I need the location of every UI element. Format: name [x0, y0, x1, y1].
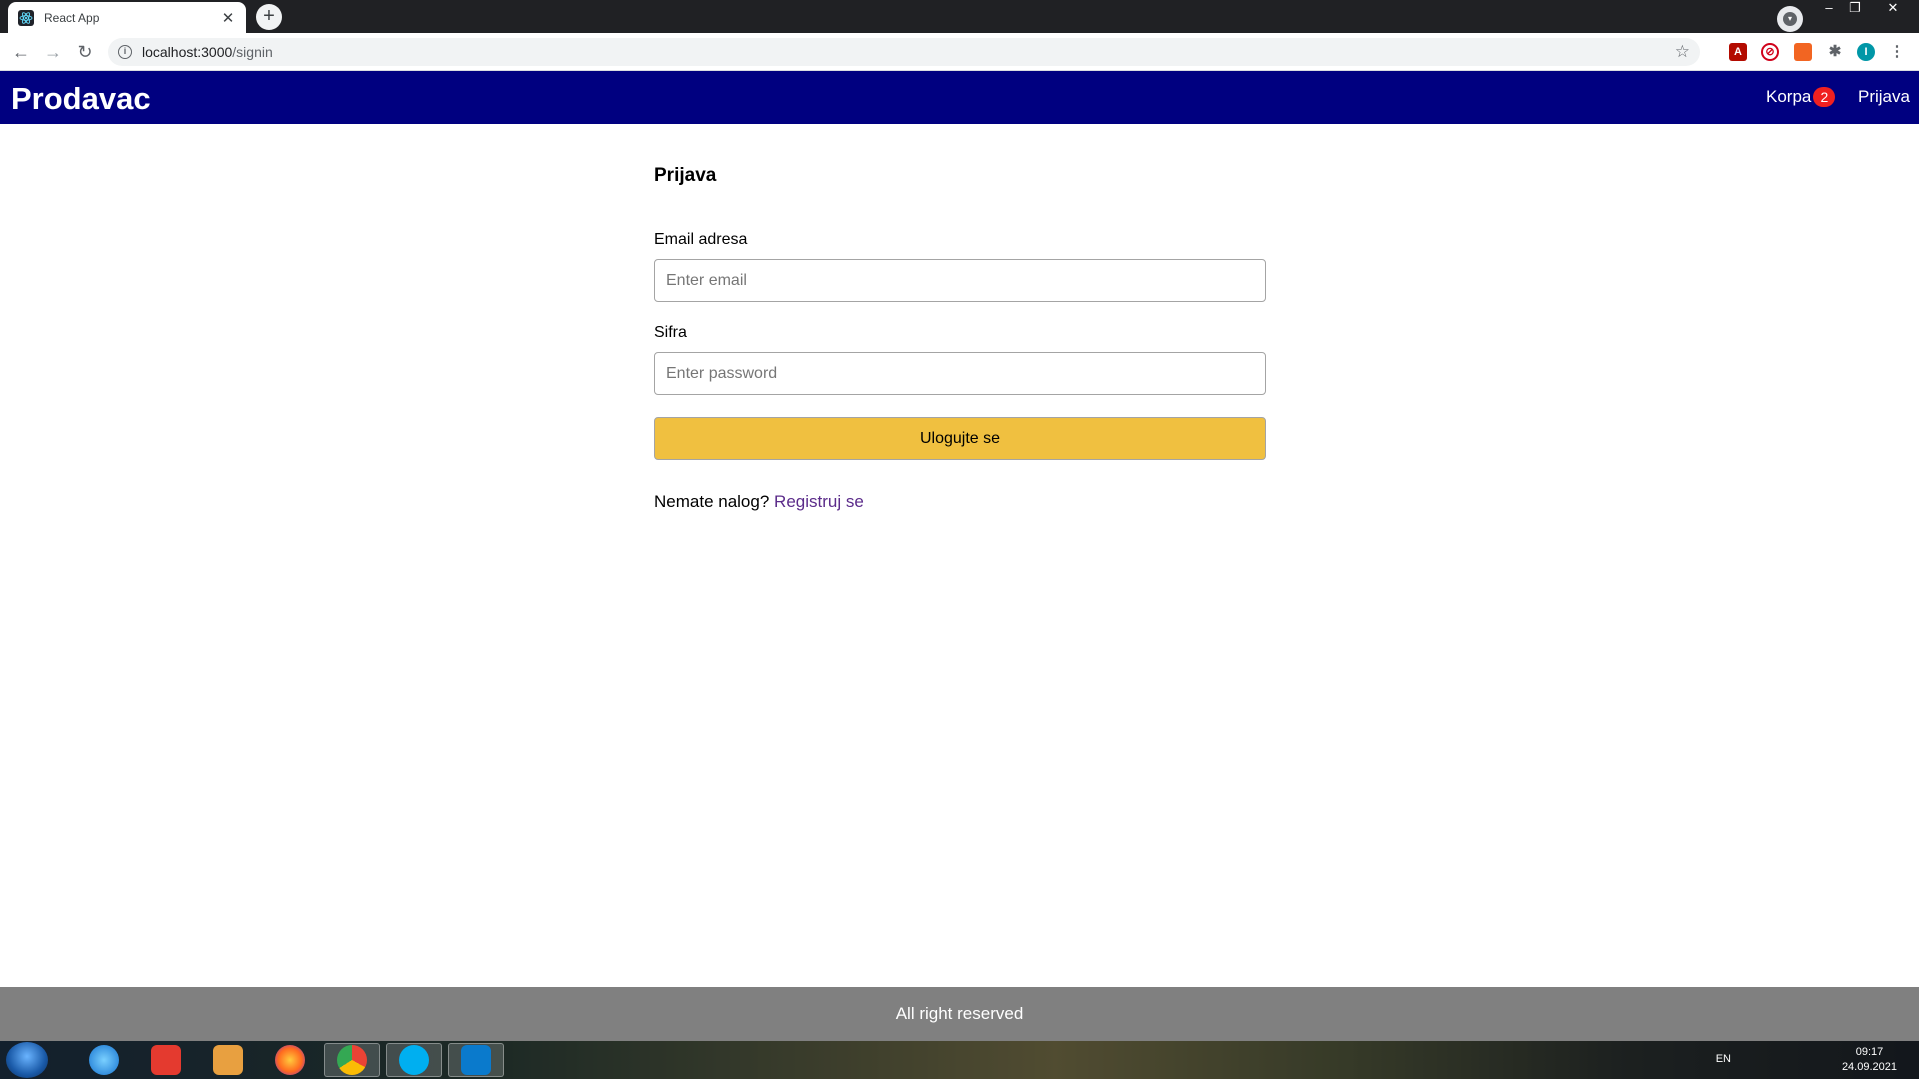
- brand-logo-link[interactable]: Prodavac: [11, 81, 151, 117]
- browser-toolbar: ← → ↻ i localhost:3000/signin ☆ A ⊘ ✱ I …: [0, 33, 1919, 71]
- vscode-icon[interactable]: [448, 1043, 504, 1077]
- email-label: Email adresa: [654, 231, 748, 248]
- reload-icon[interactable]: ↻: [73, 40, 97, 64]
- cart-label: Korpa: [1766, 87, 1812, 106]
- app-header: Prodavac Korpa 2 Prijava: [0, 71, 1919, 124]
- screen-recorder-icon[interactable]: [138, 1043, 194, 1077]
- tab-close-icon[interactable]: ✕: [220, 9, 236, 27]
- profile-avatar-icon[interactable]: I: [1857, 43, 1875, 61]
- system-tray: EN 09:17 24.09.2021: [1699, 1041, 1919, 1079]
- chevron-down-icon: ▾: [1783, 12, 1797, 26]
- clock-date: 24.09.2021: [1841, 1061, 1897, 1073]
- url-path: /signin: [232, 44, 273, 60]
- cart-count-badge: 2: [1813, 87, 1836, 107]
- tab-search-button[interactable]: ▾: [1777, 6, 1803, 32]
- signin-form: Prijava Email adresa Sifra Ulogujte se N…: [654, 165, 1266, 512]
- firefox-icon[interactable]: [262, 1043, 318, 1077]
- url-host: localhost:3000: [142, 44, 233, 60]
- signin-submit-button[interactable]: Ulogujte se: [654, 417, 1266, 460]
- browser-tab-strip: React App ✕ + ▾ – ❐ ✕: [0, 0, 1919, 33]
- email-field-group: Email adresa: [654, 231, 1266, 302]
- kebab-menu-icon[interactable]: ⋮: [1888, 43, 1906, 61]
- email-input[interactable]: [654, 259, 1266, 302]
- password-field-group: Sifra: [654, 324, 1266, 395]
- password-input[interactable]: [654, 352, 1266, 395]
- skype-icon[interactable]: [386, 1043, 442, 1077]
- windows-taskbar: EN 09:17 24.09.2021: [0, 1041, 1919, 1079]
- language-indicator[interactable]: EN: [1716, 1053, 1731, 1065]
- register-link[interactable]: Registruj se: [774, 492, 864, 511]
- restore-button[interactable]: ❐: [1838, 0, 1872, 22]
- clock[interactable]: 09:17 24.09.2021: [1842, 1045, 1897, 1075]
- chrome-icon[interactable]: [324, 1043, 380, 1077]
- new-tab-button[interactable]: +: [256, 4, 282, 30]
- cart-link[interactable]: Korpa 2: [1766, 87, 1836, 107]
- start-button-icon[interactable]: [6, 1042, 48, 1078]
- browser-tab[interactable]: React App ✕: [8, 2, 246, 33]
- adblock-extension-icon[interactable]: ⊘: [1761, 43, 1779, 61]
- clock-time: 09:17: [1855, 1046, 1884, 1058]
- site-info-icon[interactable]: i: [118, 45, 132, 59]
- password-label: Sifra: [654, 324, 687, 341]
- internet-explorer-icon[interactable]: [76, 1043, 132, 1077]
- react-favicon-icon: [18, 9, 34, 26]
- pdf-extension-icon[interactable]: A: [1729, 43, 1747, 61]
- tab-title: React App: [44, 10, 100, 25]
- close-window-button[interactable]: ✕: [1876, 0, 1910, 22]
- signin-link[interactable]: Prijava: [1858, 87, 1910, 107]
- puzzle-extensions-icon[interactable]: ✱: [1826, 43, 1844, 61]
- register-prompt-row: Nemate nalog? Registruj se: [654, 492, 1266, 512]
- address-bar[interactable]: i localhost:3000/signin ☆: [108, 38, 1700, 66]
- page-title: Prijava: [654, 165, 717, 186]
- extension-on-icon[interactable]: [1794, 43, 1812, 61]
- back-arrow-icon[interactable]: ←: [9, 40, 33, 64]
- app-footer: All right reserved: [0, 987, 1919, 1041]
- forward-arrow-icon[interactable]: →: [41, 40, 65, 64]
- media-player-icon[interactable]: [200, 1043, 256, 1077]
- register-prompt: Nemate nalog?: [654, 492, 770, 511]
- footer-text: All right reserved: [895, 1004, 1024, 1023]
- bookmark-star-icon[interactable]: ☆: [1675, 42, 1690, 62]
